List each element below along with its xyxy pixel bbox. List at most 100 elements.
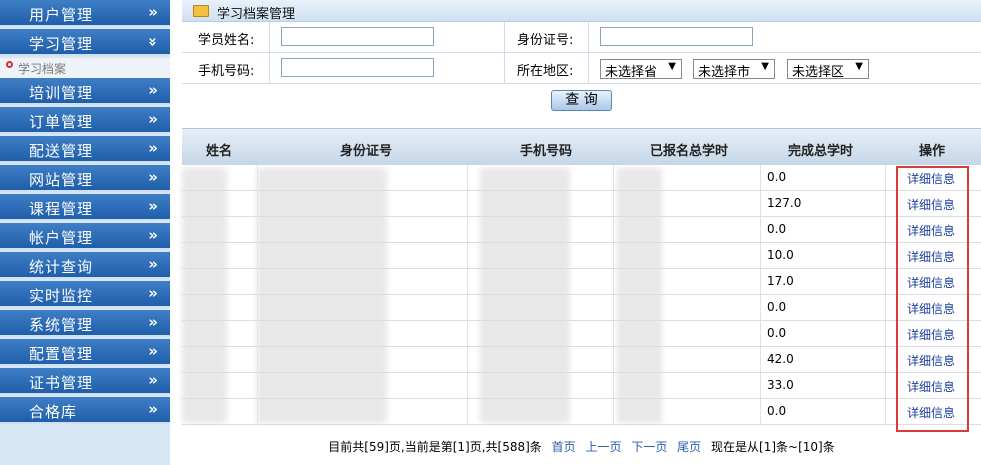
sidebar-subitem-label: 学习档案 — [18, 62, 67, 76]
chevron-right-icon: » — [148, 110, 158, 128]
action-column-highlight — [896, 166, 969, 432]
table-row: 33.0 详细信息 — [182, 373, 981, 399]
sidebar-item-training-management[interactable]: 培训管理 » — [0, 78, 170, 105]
sidebar-item-label: 培训管理 — [29, 84, 94, 102]
sidebar-item-label: 配送管理 — [29, 142, 94, 160]
sidebar-item-system-management[interactable]: 系统管理 » — [0, 310, 170, 337]
sidebar-item-course-management[interactable]: 课程管理 » — [0, 194, 170, 221]
sidebar-item-label: 配置管理 — [29, 345, 94, 363]
district-select[interactable]: 未选择区 ▼ — [787, 59, 869, 80]
sidebar-subitem-learning-archive[interactable]: 学习档案 — [0, 58, 170, 78]
chevron-right-icon: » — [148, 313, 158, 331]
sidebar-item-label: 网站管理 — [29, 171, 94, 189]
sidebar-item-realtime-monitor[interactable]: 实时监控 » — [0, 281, 170, 308]
dropdown-arrow-icon: ▼ — [668, 61, 676, 72]
name-input[interactable] — [281, 27, 434, 46]
table-row: 42.0 详细信息 — [182, 347, 981, 373]
sidebar-item-config-management[interactable]: 配置管理 » — [0, 339, 170, 366]
completed-hours: 10.0 — [767, 248, 794, 262]
table-row: 0.0 详细信息 — [182, 165, 981, 191]
chevron-right-icon: » — [148, 168, 158, 186]
chevron-down-icon: » — [144, 37, 163, 47]
divider — [588, 22, 589, 84]
sidebar-item-website-management[interactable]: 网站管理 » — [0, 165, 170, 192]
pagination: 目前共[59]页,当前是第[1]页,共[588]条 首页 上一页 下一页 尾页 … — [182, 438, 981, 458]
sidebar-item-label: 系统管理 — [29, 316, 94, 334]
chevron-right-icon: » — [148, 400, 158, 418]
sidebar-item-label: 帐户管理 — [29, 229, 94, 247]
pagination-range: 现在是从[1]条~[10]条 — [711, 440, 835, 454]
sidebar-item-statistics-query[interactable]: 统计查询 » — [0, 252, 170, 279]
completed-hours: 33.0 — [767, 378, 794, 392]
next-page-link[interactable]: 下一页 — [631, 440, 667, 454]
column-header-phone: 手机号码 — [520, 144, 573, 159]
completed-hours: 127.0 — [767, 196, 802, 210]
chevron-right-icon: » — [148, 284, 158, 302]
sidebar-item-label: 实时监控 — [29, 287, 94, 305]
sidebar-item-label: 课程管理 — [29, 200, 94, 218]
completed-hours: 0.0 — [767, 404, 787, 418]
panel-header: 学习档案管理 — [182, 0, 981, 22]
column-header-id: 身份证号 — [340, 144, 393, 159]
table-row: 10.0 详细信息 — [182, 243, 981, 269]
last-page-link[interactable]: 尾页 — [677, 440, 701, 454]
sidebar-item-label: 学习管理 — [29, 35, 94, 53]
pagination-summary: 目前共[59]页,当前是第[1]页,共[588]条 — [328, 440, 542, 454]
column-header-enrolled-hours: 已报名总学时 — [650, 144, 729, 159]
name-label: 学员姓名: — [198, 33, 255, 48]
chevron-right-icon: » — [148, 342, 158, 360]
page-title: 学习档案管理 — [217, 7, 296, 22]
city-select[interactable]: 未选择市 ▼ — [693, 59, 775, 80]
table-header: 姓名 身份证号 手机号码 已报名总学时 完成总学时 操作 — [182, 128, 981, 165]
chevron-right-icon: » — [148, 255, 158, 273]
completed-hours: 42.0 — [767, 352, 794, 366]
form-row: 学员姓名: 身份证号: — [182, 22, 981, 53]
region-label: 所在地区: — [517, 64, 574, 79]
chevron-right-icon: » — [148, 226, 158, 244]
prev-page-link[interactable]: 上一页 — [585, 440, 621, 454]
completed-hours: 17.0 — [767, 274, 794, 288]
chevron-right-icon: » — [148, 81, 158, 99]
table-row: 17.0 详细信息 — [182, 269, 981, 295]
folder-icon — [193, 5, 209, 17]
phone-label: 手机号码: — [198, 64, 255, 79]
sidebar-item-label: 证书管理 — [29, 374, 94, 392]
sidebar-item-qualified-library[interactable]: 合格库 » — [0, 397, 170, 424]
search-form: 学员姓名: 身份证号: 手机号码: 所在地区: 未选择省 ▼ 未选择市 ▼ 未选… — [182, 22, 981, 118]
chevron-right-icon: » — [148, 3, 158, 21]
column-header-name: 姓名 — [206, 144, 233, 159]
sidebar-item-account-management[interactable]: 帐户管理 » — [0, 223, 170, 250]
chevron-right-icon: » — [148, 139, 158, 157]
sidebar-item-certificate-management[interactable]: 证书管理 » — [0, 368, 170, 395]
completed-hours: 0.0 — [767, 300, 787, 314]
first-page-link[interactable]: 首页 — [552, 440, 576, 454]
phone-input[interactable] — [281, 58, 434, 77]
chevron-right-icon: » — [148, 371, 158, 389]
column-header-completed-hours: 完成总学时 — [788, 144, 854, 159]
divider — [269, 22, 270, 84]
dropdown-arrow-icon: ▼ — [855, 61, 863, 72]
sidebar-item-order-management[interactable]: 订单管理 » — [0, 107, 170, 134]
completed-hours: 0.0 — [767, 326, 787, 340]
sidebar-item-label: 订单管理 — [29, 113, 94, 131]
table-row: 0.0 详细信息 — [182, 321, 981, 347]
completed-hours: 0.0 — [767, 170, 787, 184]
table-row: 127.0 详细信息 — [182, 191, 981, 217]
sidebar-item-label: 统计查询 — [29, 258, 94, 276]
province-select[interactable]: 未选择省 ▼ — [600, 59, 682, 80]
sidebar-item-user-management[interactable]: 用户管理 » — [0, 0, 170, 27]
sidebar-item-delivery-management[interactable]: 配送管理 » — [0, 136, 170, 163]
table-row: 0.0 详细信息 — [182, 399, 981, 425]
id-number-input[interactable] — [600, 27, 753, 46]
sidebar-item-learning-management[interactable]: 学习管理 » — [0, 29, 170, 56]
table-row: 0.0 详细信息 — [182, 295, 981, 321]
dropdown-arrow-icon: ▼ — [761, 61, 769, 72]
completed-hours: 0.0 — [767, 222, 787, 236]
sidebar-item-label: 合格库 — [29, 403, 78, 421]
query-button[interactable]: 查 询 — [551, 90, 612, 111]
city-value: 未选择市 — [698, 65, 751, 80]
table-row: 0.0 详细信息 — [182, 217, 981, 243]
province-value: 未选择省 — [605, 65, 658, 80]
column-header-action: 操作 — [919, 144, 946, 159]
id-label: 身份证号: — [517, 33, 574, 48]
